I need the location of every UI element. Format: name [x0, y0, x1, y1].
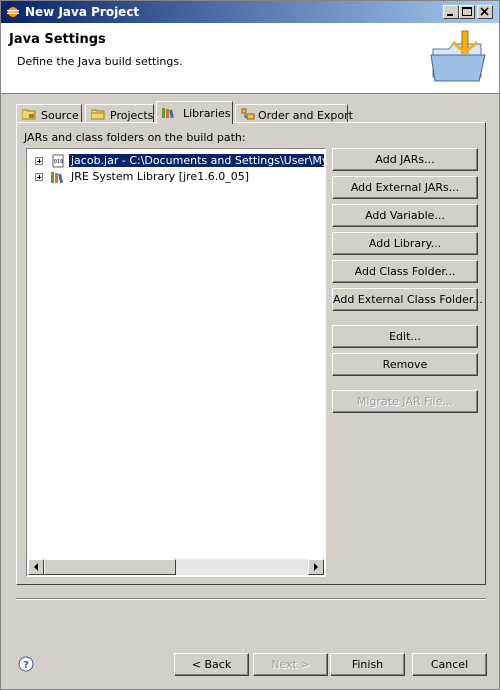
finish-button[interactable]: Finish	[330, 653, 405, 676]
edit-button[interactable]: Edit...	[332, 325, 478, 348]
minimize-button[interactable]	[443, 5, 459, 19]
migrate-jar-button: Migrate JAR File...	[332, 390, 478, 413]
add-variable-button[interactable]: Add Variable...	[332, 204, 478, 227]
maximize-button[interactable]	[459, 5, 475, 19]
new-project-folder-icon	[430, 30, 486, 82]
add-external-class-folder-button[interactable]: Add External Class Folder...	[332, 288, 483, 311]
scroll-thumb[interactable]	[44, 559, 176, 575]
scroll-left-button[interactable]	[28, 559, 44, 575]
page-title: Java Settings	[9, 32, 106, 47]
arrow-right-icon	[314, 563, 318, 571]
remove-button[interactable]: Remove	[332, 353, 478, 376]
libraries-icon	[162, 108, 174, 119]
source-folder-icon	[22, 109, 36, 120]
close-icon	[480, 7, 489, 16]
order-export-icon	[241, 108, 255, 120]
tab-projects[interactable]: Projects	[85, 104, 154, 123]
page-description: Define the Java build settings.	[17, 55, 183, 68]
tab-projects-label: Projects	[110, 109, 154, 122]
back-button[interactable]: < Back	[174, 653, 249, 676]
tree-item-jre-system-library[interactable]: JRE System Library [jre1.6.0_05]	[28, 169, 324, 185]
wizard-header: Java Settings Define the Java build sett…	[1, 23, 499, 94]
tree-item-jacob-jar[interactable]: 010 jacob.jar - C:\Documents and Setting…	[28, 153, 324, 169]
projects-icon	[91, 109, 105, 120]
footer-separator	[16, 598, 486, 600]
libraries-panel: JARs and class folders on the build path…	[16, 122, 486, 585]
build-path-label: JARs and class folders on the build path…	[24, 131, 246, 144]
next-button: Next >	[253, 653, 328, 676]
minimize-icon	[447, 14, 453, 16]
help-icon[interactable]: ?	[18, 656, 34, 672]
arrow-left-icon	[34, 563, 38, 571]
tab-source-label: Source	[41, 109, 79, 122]
tab-libraries[interactable]: Libraries	[156, 101, 233, 124]
expand-icon[interactable]	[35, 157, 43, 165]
eclipse-icon	[6, 5, 20, 19]
tab-order-and-export[interactable]: Order and Export	[235, 104, 353, 123]
tab-strip: Source Projects Libraries Order and Expo…	[16, 101, 486, 124]
tree-item-label: JRE System Library [jre1.6.0_05]	[71, 170, 249, 183]
add-class-folder-button[interactable]: Add Class Folder...	[332, 260, 478, 283]
horizontal-scrollbar[interactable]	[28, 559, 324, 575]
add-library-button[interactable]: Add Library...	[332, 232, 478, 255]
cancel-button[interactable]: Cancel	[412, 653, 487, 676]
svg-text:010: 010	[54, 159, 63, 165]
jre-library-icon	[51, 172, 63, 184]
close-button[interactable]	[477, 5, 493, 19]
window-title: New Java Project	[25, 5, 140, 19]
scroll-right-button[interactable]	[308, 559, 324, 575]
tab-order-and-export-label: Order and Export	[258, 109, 353, 122]
svg-text:?: ?	[23, 660, 29, 671]
add-jars-button[interactable]: Add JARs...	[332, 148, 478, 171]
tab-source[interactable]: Source	[16, 104, 82, 123]
build-path-tree[interactable]: 010 jacob.jar - C:\Documents and Setting…	[26, 148, 326, 577]
dialog-window: New Java Project Java Settings Define th…	[0, 0, 500, 690]
tab-libraries-label: Libraries	[183, 107, 231, 120]
add-external-jars-button[interactable]: Add External JARs...	[332, 176, 478, 199]
expand-icon[interactable]	[35, 173, 43, 181]
tree-viewport: 010 jacob.jar - C:\Documents and Setting…	[28, 150, 324, 558]
jar-icon: 010	[52, 154, 64, 168]
tree-item-label: jacob.jar - C:\Documents and Settings\Us…	[67, 153, 324, 168]
maximize-icon	[462, 7, 472, 16]
title-bar[interactable]: New Java Project	[1, 1, 499, 23]
